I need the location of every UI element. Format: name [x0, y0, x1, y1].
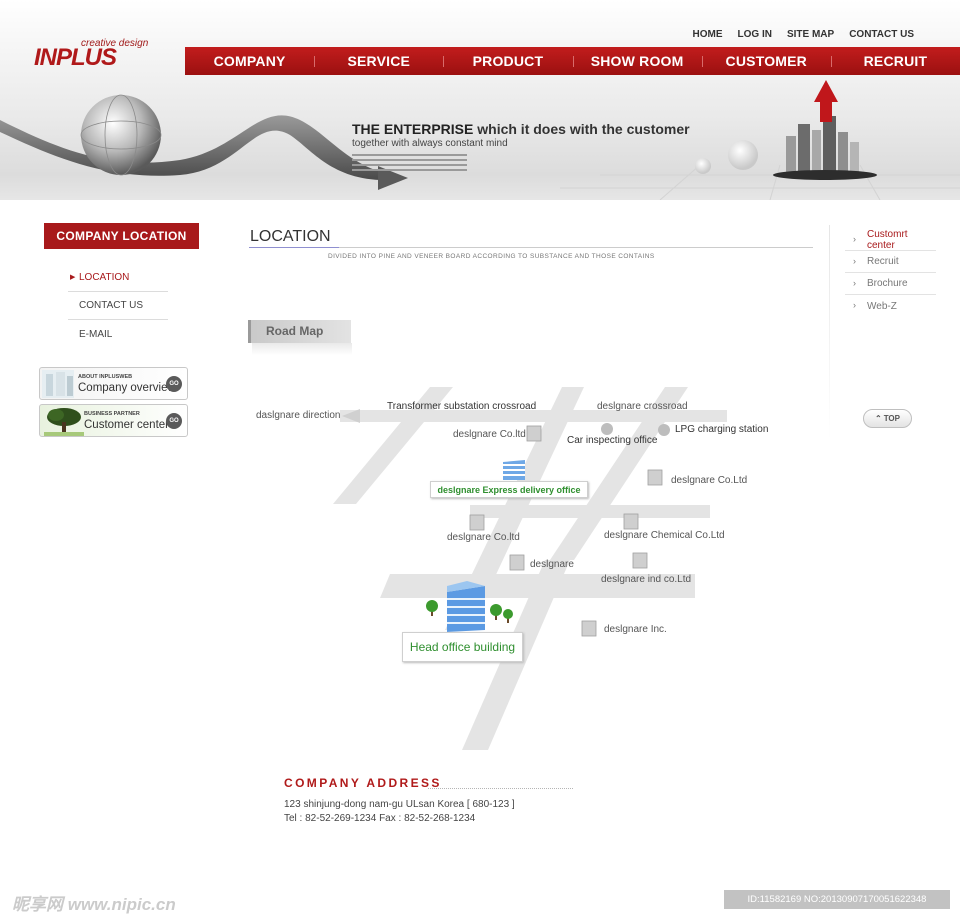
- banner-headline: which it does with the customer: [473, 121, 690, 137]
- chevron-right-icon: ›: [853, 234, 856, 244]
- map-label-co-ltd-2: deslgnare Co.ltd: [447, 532, 520, 543]
- map-label-inc: deslgnare Inc.: [604, 624, 667, 635]
- road-map: daslgnare direction Transformer substati…: [240, 380, 820, 760]
- right-menu-customer-center[interactable]: › Customrt center: [845, 229, 936, 251]
- top-link-login[interactable]: LOG IN: [738, 29, 772, 40]
- right-menu-label: Customrt center: [867, 228, 908, 251]
- map-label-co-ltd-1: deslgnare Co.ltd: [453, 429, 526, 440]
- top-button-label: TOP: [883, 414, 900, 423]
- banner-subline: together with always constant mind: [352, 138, 508, 149]
- promo-company-overview[interactable]: ABOUT INPLUSWEB Company overview GO: [39, 367, 188, 400]
- express-building-icon: [503, 460, 525, 480]
- map-label-crossroad-2: deslgnare crossroad: [597, 401, 688, 412]
- building-icon: [469, 514, 485, 531]
- back-to-top-button[interactable]: ⌃ TOP: [863, 409, 912, 428]
- left-menu-email[interactable]: E-MAIL: [68, 320, 168, 348]
- address-line: 123 shinjung-dong nam-gu ULsan Korea [ 6…: [284, 799, 515, 810]
- map-label-lpg: LPG charging station: [675, 424, 769, 435]
- map-label-chemical: deslgnare Chemical Co.Ltd: [604, 530, 725, 541]
- watermark-id: ID:11582169 NO:20130907170051622348: [724, 890, 950, 909]
- map-label-ind: deslgnare ind co.Ltd: [601, 574, 692, 585]
- left-menu-label: LOCATION: [79, 272, 130, 283]
- left-menu-location[interactable]: ▶ LOCATION: [68, 264, 168, 292]
- page-title: LOCATION: [250, 228, 331, 245]
- roadmap-tab: Road Map: [248, 320, 351, 343]
- nav-recruit[interactable]: RECRUIT: [830, 47, 960, 75]
- map-label-car-office: Car inspecting office: [567, 435, 658, 446]
- building-icon: [623, 513, 639, 530]
- address-dotted-rule: [428, 788, 573, 789]
- address-title: COMPANY ADDRESS: [284, 776, 442, 790]
- top-link-contact[interactable]: CONTACT US: [849, 29, 914, 40]
- watermark-left: 昵享网 www.nipic.cn: [12, 895, 176, 914]
- buildings-icon: [773, 116, 877, 180]
- left-menu-contact[interactable]: CONTACT US: [68, 292, 168, 320]
- chevron-right-icon: ›: [853, 278, 856, 288]
- left-menu: ▶ LOCATION CONTACT US E-MAIL: [68, 264, 168, 348]
- nav-showroom[interactable]: SHOW ROOM: [572, 47, 702, 75]
- arrow-right-icon: ▶: [70, 274, 76, 281]
- building-icon: [632, 552, 648, 569]
- right-menu-webz[interactable]: › Web-Z: [845, 295, 936, 317]
- building-icon: [581, 620, 597, 637]
- right-menu-label: Brochure: [867, 278, 908, 289]
- chevron-right-icon: ›: [853, 256, 856, 266]
- left-section-title: COMPANY LOCATION: [44, 223, 199, 249]
- chevron-right-icon: ›: [853, 300, 856, 310]
- road-map-graphic: [333, 387, 727, 750]
- map-label-deslgnare: deslgnare: [530, 559, 574, 570]
- head-office-building-icon: [447, 581, 485, 632]
- roadmap-tab-shadow: [252, 343, 352, 355]
- nav-product[interactable]: PRODUCT: [443, 47, 572, 75]
- globe-icon: [81, 95, 161, 175]
- address-phone: Tel : 82-52-269-1234 Fax : 82-52-268-123…: [284, 813, 476, 824]
- title-divider-accent: [249, 247, 339, 248]
- main-nav: COMPANY SERVICE PRODUCT SHOW ROOM CUSTOM…: [185, 47, 960, 75]
- chevron-up-icon: ⌃: [874, 414, 882, 423]
- banner-slogan: THE ENTERPRISE which it does with the cu…: [352, 121, 690, 174]
- growth-arrow-icon: [814, 80, 838, 122]
- left-menu-label: E-MAIL: [79, 328, 113, 340]
- building-icon: [526, 425, 542, 442]
- map-label-co-ltd-right: deslgnare Co.Ltd: [671, 475, 748, 486]
- top-links: HOME LOG IN SITE MAP CONTACT US: [693, 29, 915, 40]
- logo[interactable]: creative design INPLUS: [34, 38, 149, 72]
- go-button[interactable]: GO: [166, 413, 182, 429]
- right-menu: › Customrt center › Recruit › Brochure ›…: [845, 229, 936, 317]
- page-subtitle: DIVIDED INTO PINE AND VENEER BOARD ACCOR…: [328, 253, 655, 260]
- nav-company[interactable]: COMPANY: [185, 47, 314, 75]
- promo-customer-center[interactable]: BUSINESS PARTNER Customer center GO: [39, 404, 188, 437]
- tree-icon: [44, 408, 84, 436]
- left-menu-label: CONTACT US: [79, 300, 144, 311]
- promo-small-label: ABOUT INPLUSWEB: [78, 374, 133, 380]
- promo-label: Customer center: [84, 419, 170, 431]
- logo-name: INPLUS: [34, 44, 117, 71]
- office-photo-icon: [42, 370, 74, 398]
- right-menu-label: Web-Z: [867, 300, 897, 312]
- nav-service[interactable]: SERVICE: [314, 47, 443, 75]
- road-swoosh: [0, 115, 400, 180]
- building-icon: [509, 554, 525, 571]
- right-column-divider: [829, 225, 830, 440]
- map-box-head-office: Head office building: [402, 632, 523, 662]
- right-menu-brochure[interactable]: › Brochure: [845, 273, 936, 295]
- banner-headline-bold: THE ENTERPRISE: [352, 121, 474, 137]
- right-menu-recruit[interactable]: › Recruit: [845, 251, 936, 273]
- banner-fine-print: [352, 154, 672, 171]
- right-menu-label: Recruit: [867, 256, 899, 267]
- map-box-express-office: deslgnare Express delivery office: [430, 481, 588, 498]
- go-button[interactable]: GO: [166, 376, 182, 392]
- top-link-sitemap[interactable]: SITE MAP: [787, 29, 834, 40]
- building-icon: [647, 469, 663, 486]
- map-label-crossroad-1: Transformer substation crossroad: [387, 401, 537, 412]
- map-label-direction: daslgnare direction: [256, 410, 341, 421]
- top-link-home[interactable]: HOME: [693, 29, 723, 40]
- nav-customer[interactable]: CUSTOMER: [701, 47, 831, 75]
- header: creative design INPLUS HOME LOG IN SITE …: [0, 0, 960, 200]
- promo-label: Company overview: [78, 382, 176, 394]
- promo-small-label: BUSINESS PARTNER: [84, 411, 140, 417]
